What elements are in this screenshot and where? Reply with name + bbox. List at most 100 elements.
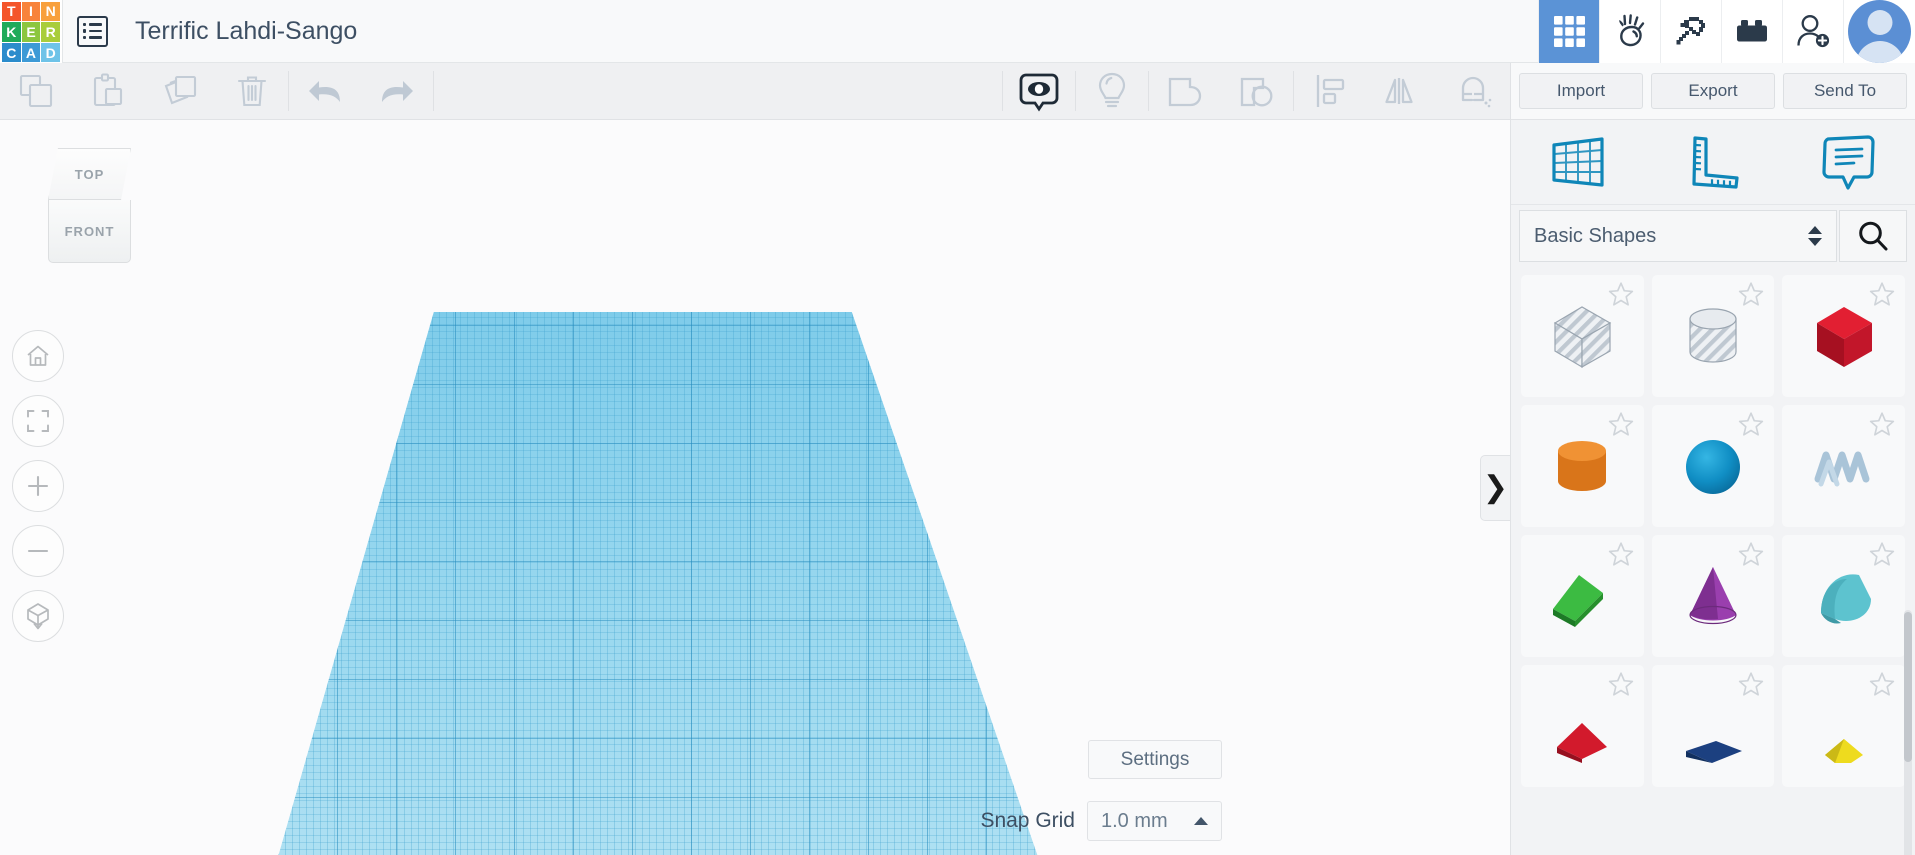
shape-box-hole[interactable] bbox=[1521, 275, 1644, 397]
favorite-star-icon[interactable] bbox=[1869, 541, 1895, 567]
user-account-button[interactable] bbox=[1843, 0, 1915, 63]
right-panel: Import Export Send To Basic Shapes bbox=[1510, 63, 1915, 855]
favorite-star-icon[interactable] bbox=[1738, 671, 1764, 697]
wedge-thumbnail bbox=[1545, 559, 1619, 633]
shape-cylinder[interactable] bbox=[1521, 405, 1644, 527]
workplane-canvas[interactable]: Workplane TOP FRONT bbox=[0, 120, 1510, 855]
invite-button[interactable] bbox=[1782, 0, 1843, 63]
redo-button[interactable] bbox=[361, 63, 433, 119]
cone-thumbnail bbox=[1676, 559, 1750, 633]
fit-frame-icon bbox=[25, 408, 51, 434]
tinkercad-logo[interactable]: T I N K E R C A D bbox=[0, 0, 62, 63]
avatar bbox=[1848, 0, 1911, 63]
view-cube[interactable]: TOP FRONT bbox=[40, 148, 140, 273]
favorite-star-icon[interactable] bbox=[1738, 281, 1764, 307]
import-button[interactable]: Import bbox=[1519, 73, 1643, 109]
workplane-grid[interactable] bbox=[278, 312, 1038, 855]
shape-cone[interactable] bbox=[1651, 535, 1775, 657]
gallery-button[interactable] bbox=[1538, 0, 1599, 63]
sphere-thumbnail bbox=[1676, 429, 1750, 503]
favorite-star-icon[interactable] bbox=[1608, 411, 1634, 437]
favorite-star-icon[interactable] bbox=[1869, 671, 1895, 697]
settings-button[interactable]: Settings bbox=[1088, 740, 1222, 779]
snap-grid-select[interactable]: 1.0 mm bbox=[1087, 801, 1222, 841]
fit-view-button[interactable] bbox=[12, 395, 64, 447]
shape-gallery-scrollbar-thumb[interactable] bbox=[1904, 612, 1912, 762]
show-hide-button[interactable] bbox=[1003, 63, 1075, 119]
workplane-3d-scene[interactable]: Workplane bbox=[0, 120, 1510, 855]
spinner-updown-icon bbox=[1808, 226, 1822, 246]
shape-tube-navy[interactable] bbox=[1651, 665, 1775, 787]
shape-roof[interactable] bbox=[1782, 535, 1905, 657]
cylinder-hole-thumbnail bbox=[1676, 299, 1750, 373]
view-cube-front-face[interactable]: FRONT bbox=[48, 200, 131, 263]
shape-category-row: Basic Shapes bbox=[1511, 205, 1915, 267]
panel-actions: Import Export Send To bbox=[1511, 63, 1915, 120]
note-tool-button[interactable] bbox=[1800, 126, 1896, 198]
paste-icon bbox=[88, 71, 128, 111]
paste-button[interactable] bbox=[72, 63, 144, 119]
list-menu-icon bbox=[76, 15, 108, 47]
home-view-button[interactable] bbox=[12, 330, 64, 382]
shape-polygon[interactable] bbox=[1782, 665, 1905, 787]
favorite-star-icon[interactable] bbox=[1608, 281, 1634, 307]
favorite-star-icon[interactable] bbox=[1738, 411, 1764, 437]
ruler-tool-button[interactable] bbox=[1665, 126, 1761, 198]
shape-category-select[interactable]: Basic Shapes bbox=[1519, 210, 1837, 262]
duplicate-button[interactable] bbox=[144, 63, 216, 119]
workplane-tool-button[interactable] bbox=[1530, 126, 1626, 198]
ruler-icon bbox=[1682, 131, 1744, 193]
page-title[interactable]: Terrific Lahdi-Sango bbox=[135, 17, 357, 46]
navigation-buttons bbox=[12, 330, 64, 642]
favorite-star-icon[interactable] bbox=[1869, 411, 1895, 437]
pickaxe-icon bbox=[1673, 13, 1709, 49]
favorite-star-icon[interactable] bbox=[1738, 541, 1764, 567]
home-icon bbox=[25, 343, 51, 369]
box-thumbnail bbox=[1807, 299, 1881, 373]
shape-scribble[interactable] bbox=[1782, 405, 1905, 527]
minecraft-button[interactable] bbox=[1660, 0, 1721, 63]
copy-button[interactable] bbox=[0, 63, 72, 119]
grid-gallery-icon bbox=[1553, 15, 1586, 48]
panel-collapse-handle[interactable]: ❯ bbox=[1480, 455, 1510, 521]
undo-icon bbox=[304, 71, 346, 111]
logo-tile-7: A bbox=[21, 42, 41, 63]
shape-wedge[interactable] bbox=[1521, 535, 1644, 657]
favorite-star-icon[interactable] bbox=[1869, 281, 1895, 307]
zoom-in-button[interactable] bbox=[12, 460, 64, 512]
cylinder-thumbnail bbox=[1545, 429, 1619, 503]
delete-button[interactable] bbox=[216, 63, 288, 119]
favorite-star-icon[interactable] bbox=[1608, 671, 1634, 697]
shape-category-value: Basic Shapes bbox=[1534, 224, 1657, 247]
group-button[interactable] bbox=[1149, 63, 1221, 119]
snap-button[interactable] bbox=[1438, 63, 1510, 119]
blocks-button[interactable] bbox=[1721, 0, 1782, 63]
mirror-button[interactable] bbox=[1366, 63, 1438, 119]
lightbulb-hand-icon bbox=[1612, 13, 1648, 49]
tube-navy-thumbnail bbox=[1676, 689, 1750, 763]
view-cube-top-label: TOP bbox=[74, 166, 105, 182]
shape-search-button[interactable] bbox=[1839, 210, 1907, 262]
polygon-thumbnail bbox=[1807, 689, 1881, 763]
highlight-button[interactable] bbox=[1076, 63, 1148, 119]
favorite-star-icon[interactable] bbox=[1608, 541, 1634, 567]
view-cube-top-face[interactable]: TOP bbox=[48, 148, 131, 200]
align-button[interactable] bbox=[1294, 63, 1366, 119]
project-menu-button[interactable] bbox=[63, 0, 121, 63]
learn-button[interactable] bbox=[1599, 0, 1660, 63]
shape-pyramid-red[interactable] bbox=[1521, 665, 1644, 787]
undo-button[interactable] bbox=[289, 63, 361, 119]
tinkercad-app: T I N K E R C A D Terrific Lahdi-Sango T… bbox=[0, 0, 1915, 855]
shape-gallery[interactable] bbox=[1511, 267, 1915, 855]
perspective-toggle-button[interactable] bbox=[12, 590, 64, 642]
logo-tile-0: T bbox=[2, 1, 21, 22]
shape-cylinder-hole[interactable] bbox=[1651, 275, 1775, 397]
logo-tile-1: I bbox=[21, 1, 41, 22]
send-to-button[interactable]: Send To bbox=[1783, 73, 1907, 109]
logo-tile-8: D bbox=[41, 42, 60, 63]
zoom-out-button[interactable] bbox=[12, 525, 64, 577]
shape-sphere[interactable] bbox=[1651, 405, 1775, 527]
shape-box[interactable] bbox=[1782, 275, 1905, 397]
export-button[interactable]: Export bbox=[1651, 73, 1775, 109]
ungroup-button[interactable] bbox=[1221, 63, 1293, 119]
